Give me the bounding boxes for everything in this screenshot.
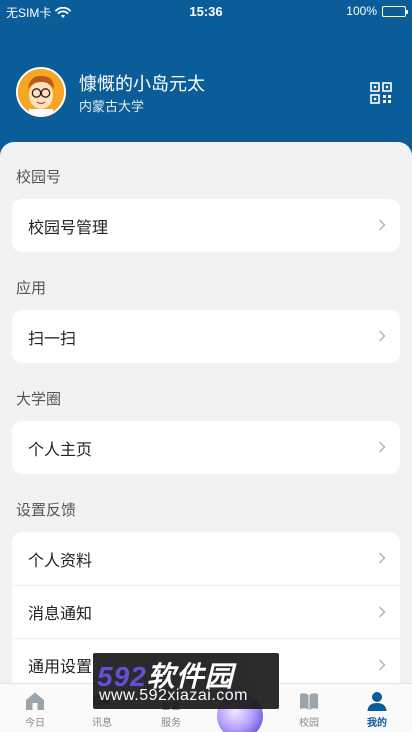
row-campus-account-manage[interactable]: 校园号管理 xyxy=(12,199,400,252)
chevron-right-icon xyxy=(378,606,386,618)
tab-mine[interactable]: 我的 xyxy=(347,684,407,732)
tab-label: 今日 xyxy=(25,718,45,729)
user-name: 慷慨的小岛元太 xyxy=(79,74,205,94)
user-school: 内蒙古大学 xyxy=(79,99,145,114)
row-label: 消息通知 xyxy=(28,606,93,623)
row-label: 个人资料 xyxy=(28,552,93,570)
avatar-illustration xyxy=(18,69,64,115)
qr-code-icon[interactable] xyxy=(370,82,392,104)
chevron-right-icon xyxy=(378,659,386,671)
watermark-url: www.592xiazai.com xyxy=(99,687,248,704)
book-icon xyxy=(300,693,318,710)
card-apps: 扫一扫 xyxy=(12,310,400,363)
battery-icon xyxy=(382,5,408,17)
status-bar: 无SIM卡 15:36 100% xyxy=(0,0,412,22)
profile-block[interactable]: 慷慨的小岛元太 内蒙古大学 xyxy=(16,67,396,119)
row-label: 校园号管理 xyxy=(28,219,109,237)
chevron-right-icon xyxy=(378,552,386,564)
row-scan[interactable]: 扫一扫 xyxy=(12,310,400,363)
row-label: 个人主页 xyxy=(28,441,93,459)
row-personal-homepage[interactable]: 个人主页 xyxy=(12,421,400,474)
tab-today[interactable]: 今日 xyxy=(5,684,65,732)
chevron-right-icon xyxy=(378,330,386,342)
home-icon xyxy=(26,692,44,710)
battery-percent: 100% xyxy=(346,4,377,18)
section-title-settings-feedback: 设置反馈 xyxy=(16,502,77,519)
card-campus-account: 校园号管理 xyxy=(12,199,400,252)
tab-campus[interactable]: 校园 xyxy=(279,684,339,732)
watermark-logo: 592软件园 www.592xiazai.com xyxy=(93,653,279,709)
chevron-right-icon xyxy=(378,441,386,453)
section-title-university-circle: 大学圈 xyxy=(16,391,62,408)
tab-label: 我的 xyxy=(367,718,387,729)
chevron-right-icon xyxy=(378,219,386,231)
row-personal-info[interactable]: 个人资料 xyxy=(12,532,400,585)
section-title-campus-account: 校园号 xyxy=(16,169,62,186)
tab-label: 服务 xyxy=(161,718,181,729)
row-notifications[interactable]: 消息通知 xyxy=(12,585,400,638)
tab-label: 校园 xyxy=(299,718,319,729)
user-icon xyxy=(367,692,387,711)
row-label: 通用设置 xyxy=(28,659,93,676)
section-title-apps: 应用 xyxy=(16,280,47,297)
settings-list: 校园号 校园号管理 应用 扫一扫 大学圈 个人主页 设置反馈 个人资料 消息通知… xyxy=(0,142,412,702)
card-university-circle: 个人主页 xyxy=(12,421,400,474)
avatar[interactable] xyxy=(16,67,66,117)
tab-label: 讯息 xyxy=(92,718,112,729)
row-label: 扫一扫 xyxy=(28,330,77,348)
